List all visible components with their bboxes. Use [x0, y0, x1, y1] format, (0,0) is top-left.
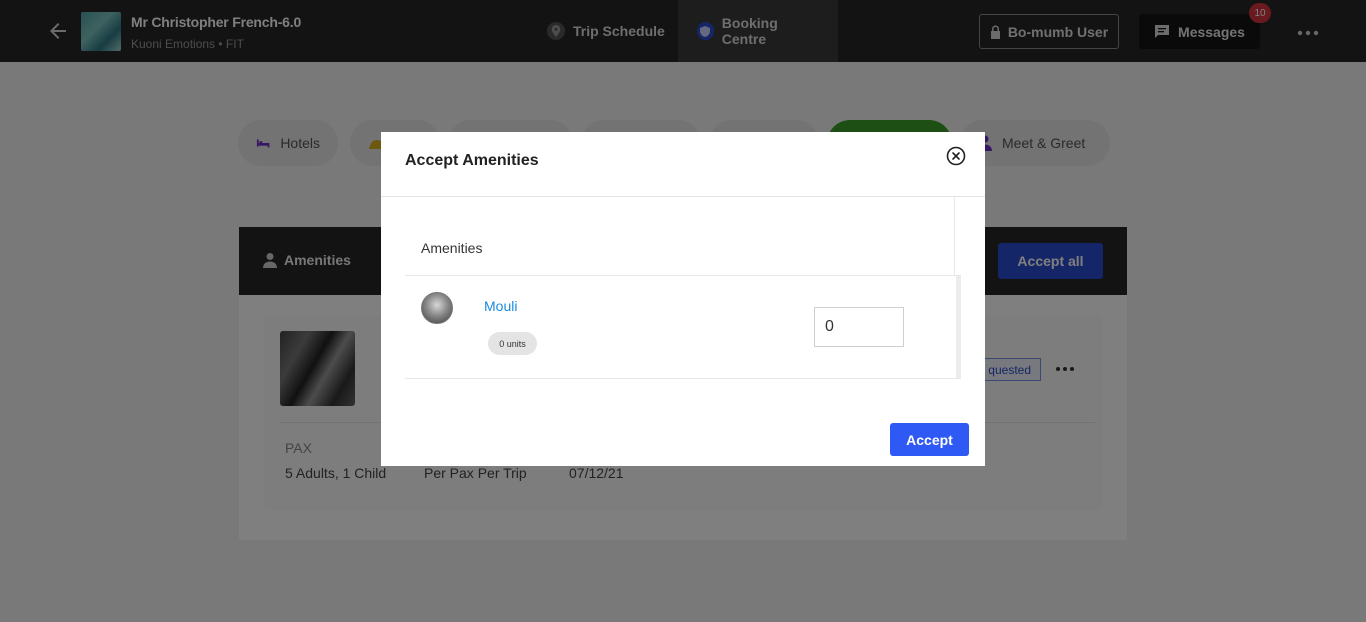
table-divider: [405, 275, 961, 276]
accept-button[interactable]: Accept: [890, 423, 969, 456]
quantity-input[interactable]: [814, 307, 904, 347]
amenity-avatar: [421, 292, 453, 324]
table-divider: [405, 378, 961, 379]
modal-title: Accept Amenities: [405, 152, 539, 169]
table-scrollbar[interactable]: [956, 276, 961, 378]
close-icon[interactable]: [946, 146, 966, 166]
units-badge: 0 units: [488, 332, 537, 355]
accept-amenities-modal: Accept Amenities Amenities Mouli 0 units…: [381, 132, 985, 466]
modal-divider: [381, 196, 985, 197]
amenities-column-header: Amenities: [421, 240, 483, 256]
table-divider: [954, 197, 955, 275]
amenity-name-link[interactable]: Mouli: [484, 298, 517, 314]
